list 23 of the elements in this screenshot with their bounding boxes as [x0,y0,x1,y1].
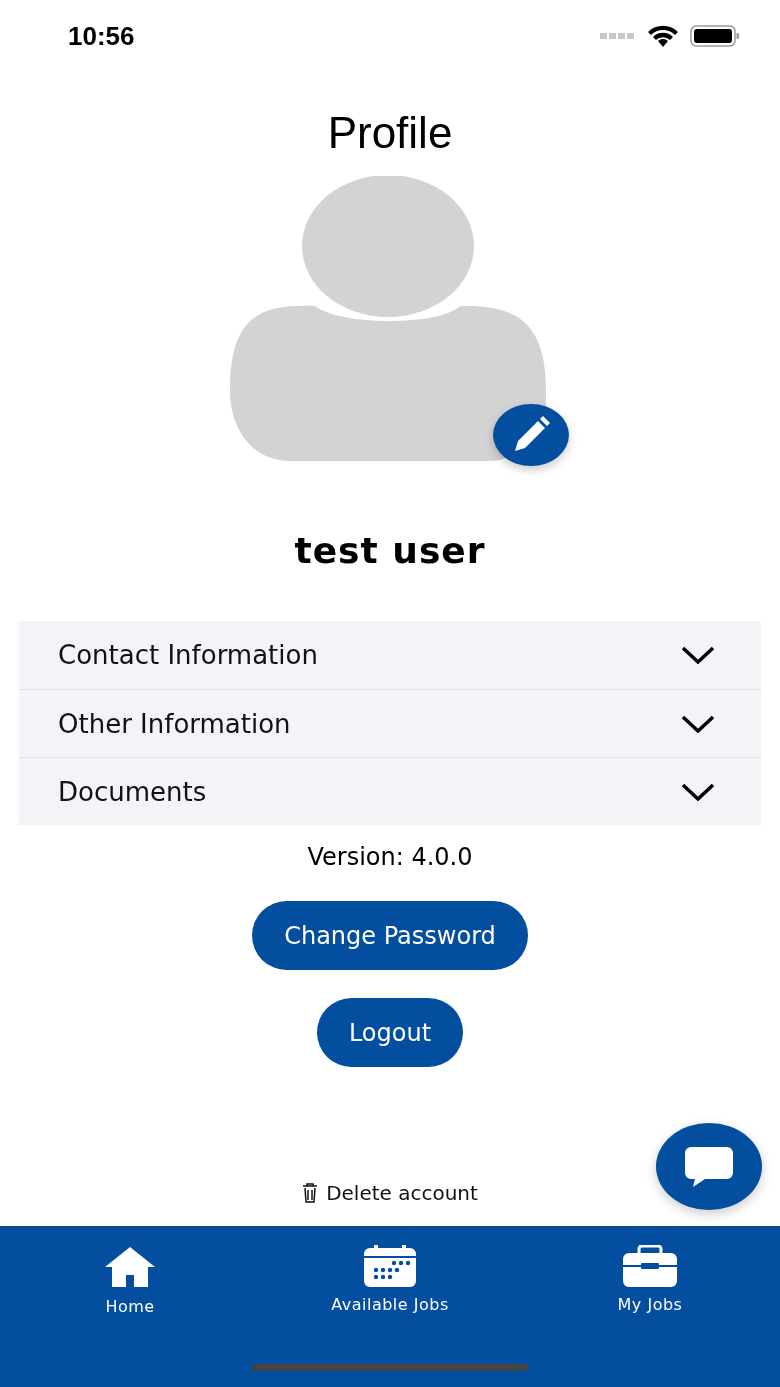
status-time: 10:56 [68,20,135,52]
nav-tab[interactable]: Home [30,1244,230,1317]
delete-account-link[interactable]: Delete account [296,1180,484,1206]
briefcase-icon [623,1245,677,1287]
edit-photo-button[interactable] [493,404,569,466]
wifi-icon [648,25,678,47]
section-header[interactable]: Documents [19,757,761,825]
nav-tab[interactable]: My Jobs [550,1244,750,1317]
section-header[interactable]: Other Information [19,689,761,757]
section-header[interactable]: Contact Information [19,621,761,689]
trash-icon [302,1183,319,1203]
action-button[interactable]: Change Password [252,901,528,970]
calendar-icon [364,1245,416,1287]
action-button[interactable]: Logout [316,998,464,1067]
battery-icon [690,25,740,47]
user-name: test user [293,530,487,571]
chat-icon [685,1146,733,1187]
home-icon [103,1245,157,1289]
signal-icon [600,33,636,39]
page-title: Profile [326,108,454,158]
version-text: Version: 4.0.0 [306,843,474,871]
chat-button[interactable] [656,1123,762,1210]
nav-tab[interactable]: Available Jobs [290,1244,490,1317]
